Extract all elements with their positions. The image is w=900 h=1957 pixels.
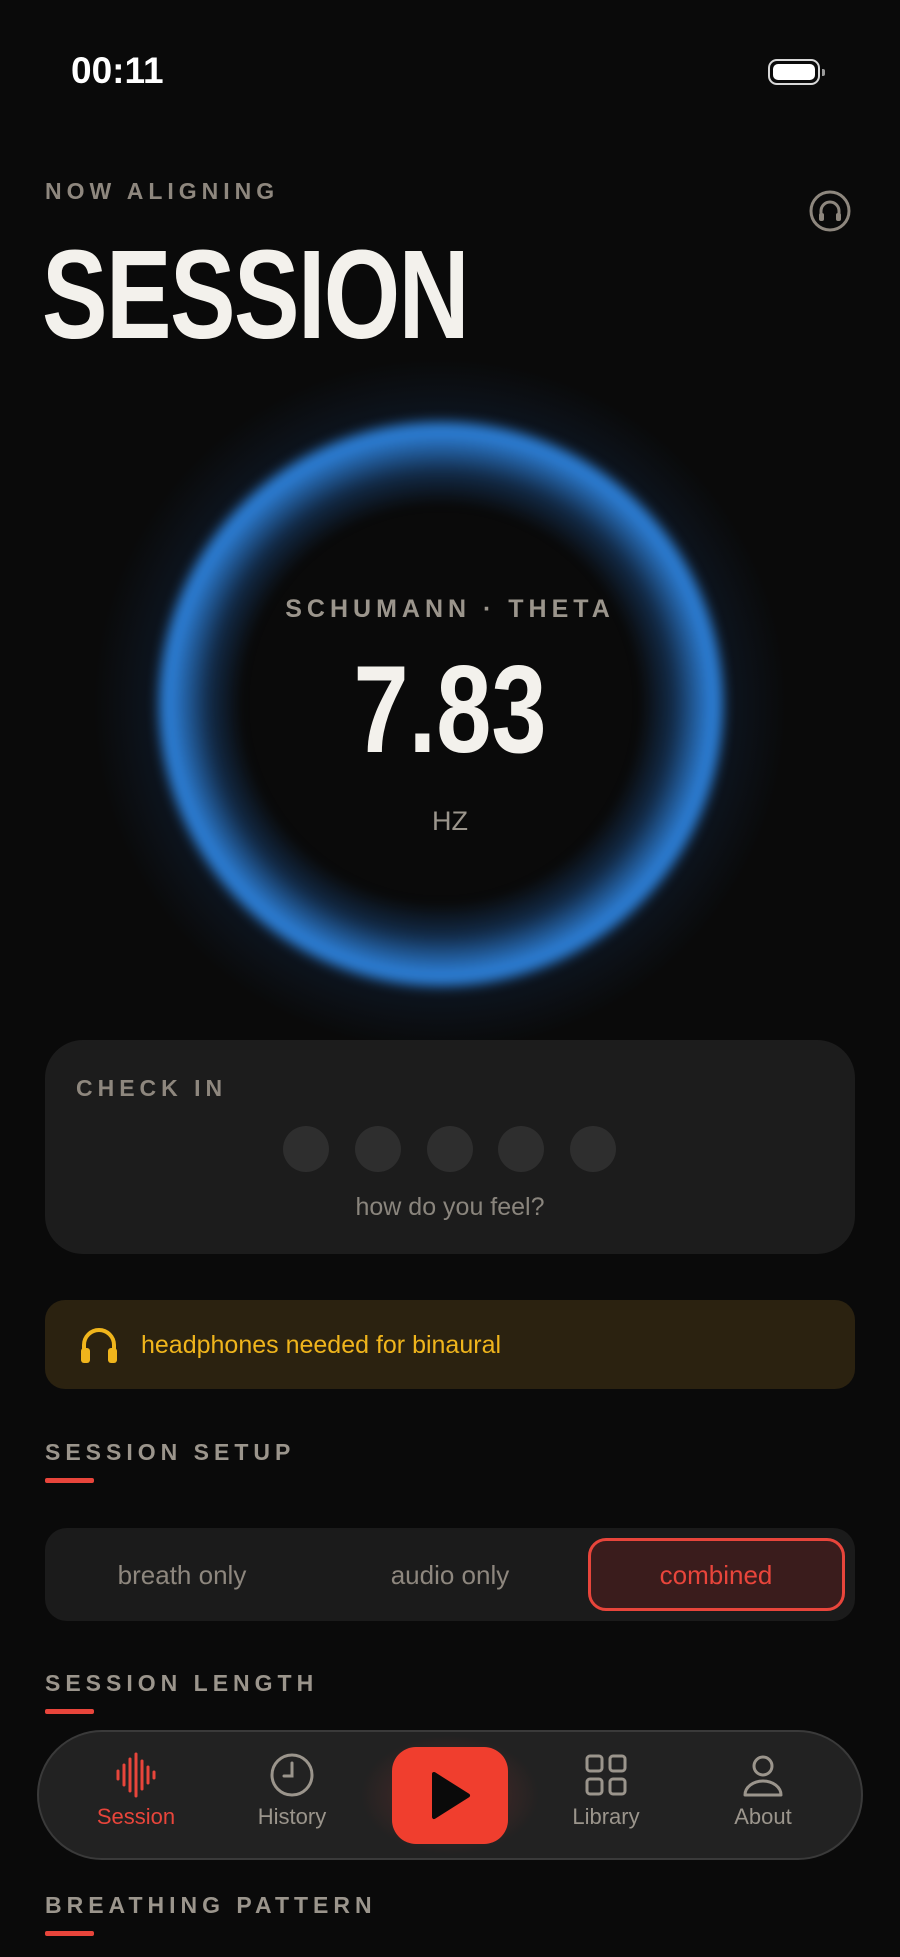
session-length-heading: SESSION LENGTH bbox=[45, 1670, 319, 1696]
mood-option-1[interactable] bbox=[283, 1126, 329, 1172]
mood-option-2[interactable] bbox=[355, 1126, 401, 1172]
eyebrow-label: NOW ALIGNING bbox=[45, 178, 280, 204]
status-time: 00:11 bbox=[71, 50, 164, 91]
headphones-icon bbox=[78, 1325, 120, 1367]
section-underline bbox=[45, 1709, 94, 1714]
nav-item-history[interactable]: History bbox=[232, 1752, 352, 1830]
mood-option-3[interactable] bbox=[427, 1126, 473, 1172]
page-title: SESSION bbox=[42, 224, 470, 365]
nav-label-session: Session bbox=[96, 1804, 176, 1829]
section-underline bbox=[45, 1478, 94, 1483]
frequency-label: SCHUMANN · THETA bbox=[285, 595, 615, 623]
grid-icon bbox=[585, 1754, 627, 1796]
frequency-unit: HZ bbox=[432, 806, 468, 836]
play-button[interactable] bbox=[392, 1747, 508, 1844]
mode-audio-only[interactable]: audio only bbox=[325, 1540, 575, 1610]
headphones-warning-text: headphones needed for binaural bbox=[141, 1331, 502, 1359]
section-underline bbox=[45, 1931, 94, 1936]
nav-label-about: About bbox=[734, 1804, 792, 1829]
play-icon bbox=[432, 1772, 470, 1819]
mode-breath-only[interactable]: breath only bbox=[57, 1540, 307, 1610]
frequency-value: 7.83 bbox=[353, 641, 547, 779]
nav-label-history: History bbox=[257, 1804, 327, 1829]
check-in-prompt: how do you feel? bbox=[355, 1193, 545, 1221]
waveform-icon bbox=[116, 1752, 156, 1798]
breathing-pattern-heading: BREATHING PATTERN bbox=[45, 1892, 377, 1918]
nav-item-session[interactable]: Session bbox=[76, 1752, 196, 1830]
nav-item-library[interactable]: Library bbox=[546, 1752, 666, 1830]
session-setup-heading: SESSION SETUP bbox=[45, 1439, 296, 1465]
mode-combined[interactable]: combined bbox=[591, 1540, 841, 1610]
nav-label-library: Library bbox=[572, 1804, 640, 1829]
mood-option-5[interactable] bbox=[570, 1126, 616, 1172]
check-in-title: CHECK IN bbox=[76, 1075, 228, 1101]
mood-option-4[interactable] bbox=[498, 1126, 544, 1172]
battery-icon bbox=[768, 59, 825, 85]
clock-icon bbox=[270, 1753, 314, 1797]
user-icon bbox=[743, 1755, 783, 1797]
nav-item-about[interactable]: About bbox=[703, 1752, 823, 1830]
headphones-icon[interactable] bbox=[808, 189, 852, 233]
